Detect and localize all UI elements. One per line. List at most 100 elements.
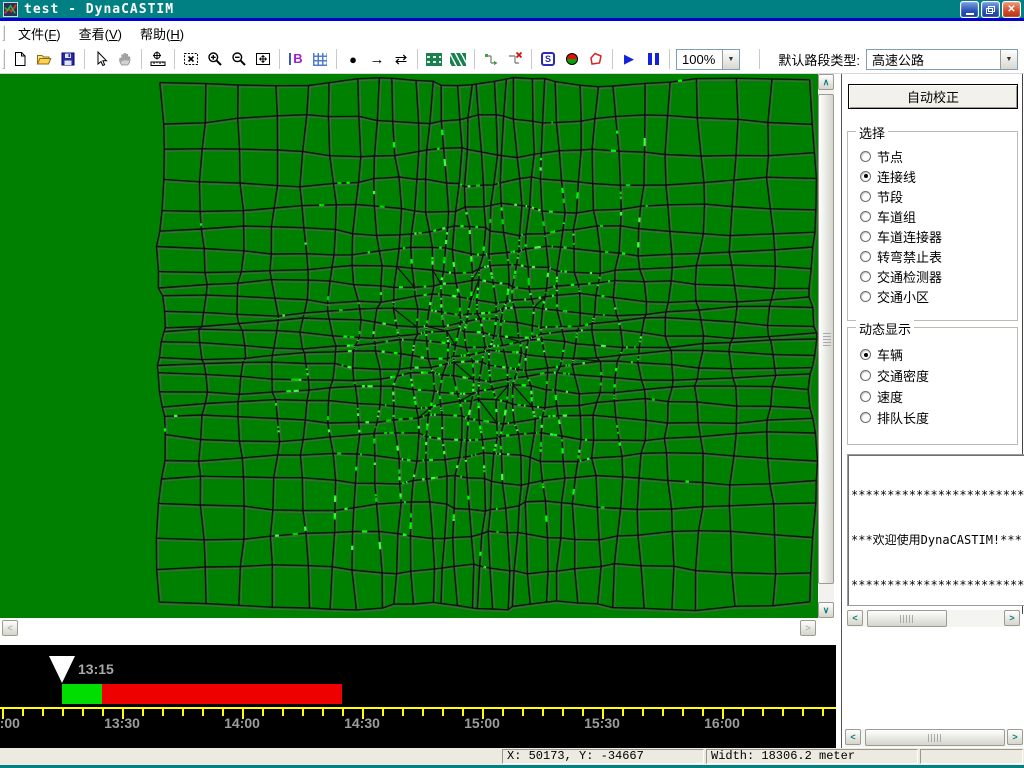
select-option-traffic-zone[interactable]: 交通小区: [848, 286, 1017, 306]
pan-hand-button[interactable]: [113, 47, 137, 71]
radio-icon: [860, 230, 871, 242]
chevron-left-icon: <: [7, 623, 13, 633]
zoom-in-button[interactable]: [203, 47, 227, 71]
close-button[interactable]: ✕: [1002, 1, 1021, 18]
select-option-node[interactable]: 节点: [848, 146, 1017, 166]
horizontal-scroll-thumb[interactable]: [867, 610, 947, 627]
menu-view[interactable]: 查看(V): [70, 21, 131, 46]
zoom-level-select[interactable]: 100% ▼: [676, 48, 740, 70]
select-option-lane-group[interactable]: 车道组: [848, 206, 1017, 226]
zoom-fit-icon: [256, 53, 270, 65]
message-horizontal-scrollbar[interactable]: < >: [847, 610, 1020, 627]
radio-icon: [860, 150, 871, 162]
scroll-left-button[interactable]: <: [847, 610, 863, 626]
play-button[interactable]: ▶: [617, 47, 641, 71]
road-type-dropdown-icon[interactable]: ▼: [1000, 49, 1017, 69]
select-option-turn-ban[interactable]: 转弯禁止表: [848, 246, 1017, 266]
select-option-segment[interactable]: 节段: [848, 186, 1017, 206]
zoom-fit-button[interactable]: [251, 47, 275, 71]
radio-icon: [860, 190, 871, 202]
open-folder-icon: [36, 55, 52, 65]
zoom-out-button[interactable]: [227, 47, 251, 71]
scroll-right-button[interactable]: >: [800, 620, 816, 636]
toolbar-grip[interactable]: [2, 49, 5, 69]
scroll-down-button[interactable]: ∨: [818, 602, 834, 618]
menu-help[interactable]: 帮助(H): [131, 21, 193, 46]
grid-toggle-button[interactable]: [308, 47, 332, 71]
display-option-density[interactable]: 交通密度: [848, 365, 1017, 386]
display-option-queue-length[interactable]: 排队长度: [848, 407, 1017, 428]
link-draw-button[interactable]: →: [365, 47, 389, 71]
timeline-tick: [662, 709, 664, 716]
add-connector-icon: [485, 54, 498, 66]
pause-button[interactable]: [641, 47, 665, 71]
chevron-right-icon: >: [1012, 732, 1018, 742]
timeline-tick: [442, 709, 444, 716]
menu-file[interactable]: 文件(F): [9, 21, 70, 46]
panel-bottom-scrollbar[interactable]: < >: [845, 729, 1023, 747]
timeline-tick-label: 16:00: [704, 715, 740, 731]
select-cursor-button[interactable]: [89, 47, 113, 71]
timeline-tick: [562, 709, 564, 716]
vertical-scroll-thumb[interactable]: [818, 94, 834, 584]
zone-tool-button[interactable]: [584, 47, 608, 71]
scroll-right-button[interactable]: >: [1007, 729, 1023, 745]
timeline-tick: [202, 709, 204, 716]
app-icon: [3, 1, 18, 17]
road-segment-icon: [426, 52, 442, 66]
time-marker[interactable]: [49, 656, 75, 683]
canvas-horizontal-scrollbar[interactable]: < >: [0, 618, 834, 645]
scroll-up-button[interactable]: ∧: [818, 74, 834, 90]
select-option-detector[interactable]: 交通检测器: [848, 266, 1017, 286]
title-bar: test - DynaCASTIM ✕: [0, 0, 1024, 18]
timeline-tick-label: 13:00: [0, 715, 20, 731]
menu-bar: 文件(F) 查看(V) 帮助(H): [0, 21, 1024, 45]
select-option-link[interactable]: 连接线: [848, 166, 1017, 186]
canvas-vertical-scrollbar[interactable]: ∧ ∨: [818, 74, 834, 618]
lanes-tool-button[interactable]: [446, 47, 470, 71]
chevron-up-icon: ∧: [822, 76, 830, 87]
node-ruler-icon: [150, 51, 166, 66]
horizontal-scroll-thumb[interactable]: [865, 729, 1005, 746]
play-icon: ▶: [624, 51, 634, 66]
add-connector-button[interactable]: [479, 47, 503, 71]
application-window: test - DynaCASTIM ✕ 文件(F) 查看(V) 帮助(H) B …: [0, 0, 1024, 768]
display-option-speed[interactable]: 速度: [848, 386, 1017, 407]
save-floppy-icon: [61, 52, 75, 66]
message-log[interactable]: ****************************** ***欢迎使用Dy…: [847, 454, 1024, 606]
new-file-button[interactable]: [8, 47, 32, 71]
control-panel: 自动校正 选择 节点 连接线 节段 车道组 车道连接器 转弯禁止表 交通检测器 …: [841, 74, 1024, 748]
node-draw-button[interactable]: ●: [341, 47, 365, 71]
timeline-tick: [642, 709, 644, 716]
timeline-tick: [302, 709, 304, 716]
chevron-left-icon: <: [850, 732, 856, 742]
signal-plan-button[interactable]: S: [536, 47, 560, 71]
view-width-field: Width: 18306.2 meter: [706, 749, 918, 764]
select-option-lane-connector[interactable]: 车道连接器: [848, 226, 1017, 246]
segment-tool-button[interactable]: [422, 47, 446, 71]
display-option-vehicles[interactable]: 车辆: [848, 344, 1017, 365]
delete-connector-button[interactable]: [503, 47, 527, 71]
scroll-left-button[interactable]: <: [845, 729, 861, 745]
minimize-button[interactable]: [960, 1, 979, 18]
grid-icon: [313, 52, 327, 66]
thumb-grip: [823, 332, 831, 346]
network-canvas[interactable]: [0, 74, 818, 618]
zoom-dropdown-icon[interactable]: ▼: [722, 49, 739, 69]
menu-grip[interactable]: [2, 25, 5, 41]
background-toggle-button[interactable]: B: [284, 47, 308, 71]
add-node-button[interactable]: [146, 47, 170, 71]
lanes-icon: [450, 52, 466, 66]
thumb-grip: [928, 734, 942, 742]
auto-correct-button[interactable]: 自动校正: [848, 84, 1018, 109]
scroll-right-button[interactable]: >: [1004, 610, 1020, 626]
restore-button[interactable]: [981, 1, 1000, 18]
scroll-left-button[interactable]: <: [2, 620, 18, 636]
traffic-light-button[interactable]: [560, 47, 584, 71]
save-button[interactable]: [56, 47, 80, 71]
twoway-link-button[interactable]: ⇄: [389, 47, 413, 71]
simulation-timeline[interactable]: 13:00 13:30 14:00 14:30 15:00 15:30 16:00 13:1…: [0, 645, 836, 748]
zoom-region-button[interactable]: [179, 47, 203, 71]
open-file-button[interactable]: [32, 47, 56, 71]
road-type-select[interactable]: 高速公路 ▼: [866, 48, 1018, 70]
